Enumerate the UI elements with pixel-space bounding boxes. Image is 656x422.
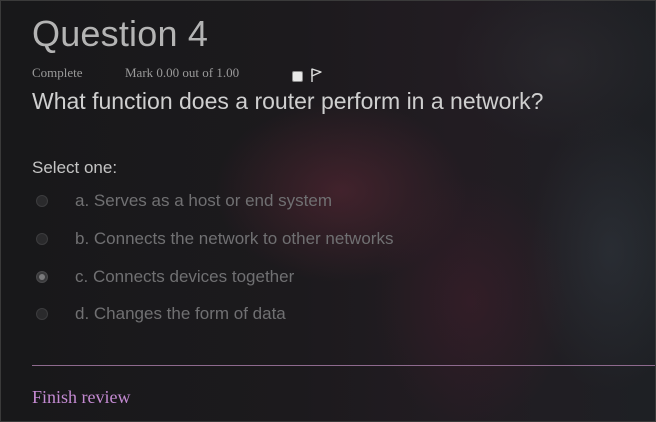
finish-review-link[interactable]: Finish review xyxy=(32,387,131,408)
answer-radio-d[interactable] xyxy=(36,308,48,320)
answer-label-a: a. Serves as a host or end system xyxy=(75,191,333,210)
flag-question-checkbox[interactable] xyxy=(292,71,303,82)
question-grade: Mark 0.00 out of 1.00 xyxy=(125,65,240,80)
answer-label-d: d. Changes the form of data xyxy=(75,304,286,323)
answer-label-c: c. Connects devices together xyxy=(75,267,295,286)
answer-option-b[interactable]: b. Connects the network to other network… xyxy=(36,227,393,251)
answer-label-b: b. Connects the network to other network… xyxy=(75,229,394,248)
question-state: Complete xyxy=(32,65,83,80)
answer-option-a[interactable]: a. Serves as a host or end system xyxy=(36,189,332,213)
flag-icon[interactable] xyxy=(309,67,323,83)
question-text: What function does a router perform in a… xyxy=(32,88,544,114)
answer-radio-a[interactable] xyxy=(36,195,48,207)
answer-option-d[interactable]: d. Changes the form of data xyxy=(36,302,286,326)
question-panel: Question 4 Complete Mark 0.00 out of 1.0… xyxy=(1,1,655,421)
answer-radio-c[interactable] xyxy=(36,271,48,283)
answer-radio-b[interactable] xyxy=(36,233,48,245)
divider xyxy=(32,365,655,366)
select-one-prompt: Select one: xyxy=(32,158,118,177)
answer-option-c[interactable]: c. Connects devices together xyxy=(36,265,294,289)
question-number-heading: Question 4 xyxy=(32,13,209,54)
